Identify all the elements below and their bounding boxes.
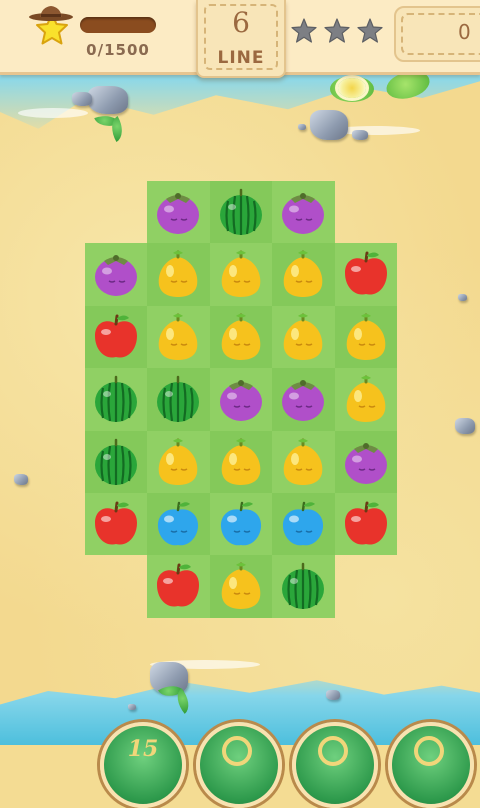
booster-ring-icon — [222, 736, 252, 766]
mangosteen-icon[interactable] — [276, 372, 330, 426]
board-cell[interactable] — [85, 368, 148, 431]
lemon-icon[interactable] — [339, 372, 393, 426]
lemon-icon[interactable] — [339, 310, 393, 364]
booster-button[interactable] — [292, 722, 378, 808]
booster-button[interactable] — [388, 722, 474, 808]
board-cell[interactable] — [147, 181, 210, 244]
booster-ring-icon — [318, 736, 348, 766]
booster-ring-icon — [414, 736, 444, 766]
board-cell[interactable] — [209, 430, 273, 493]
blueberry-icon[interactable] — [214, 497, 268, 551]
lemon-icon[interactable] — [214, 247, 268, 301]
lemon-icon[interactable] — [151, 310, 205, 364]
lemon-icon[interactable] — [151, 435, 205, 489]
lemon-icon[interactable] — [276, 247, 330, 301]
board-cell[interactable] — [334, 493, 397, 556]
board-cell[interactable] — [209, 368, 273, 431]
board-cell[interactable] — [209, 305, 273, 369]
blueberry-icon[interactable] — [276, 497, 330, 551]
board-cell[interactable] — [147, 305, 210, 369]
blueberry-icon[interactable] — [151, 497, 205, 551]
board-cell[interactable] — [147, 555, 210, 618]
booster-button[interactable] — [196, 722, 282, 808]
board-cell[interactable] — [209, 181, 273, 244]
watermelon-icon[interactable] — [89, 435, 143, 489]
board-cell[interactable] — [85, 305, 148, 369]
score-counter: 0/1500 — [86, 41, 150, 59]
lemon-icon[interactable] — [214, 559, 268, 613]
rock-decoration — [326, 690, 340, 700]
board-cell[interactable] — [272, 305, 335, 369]
board-cell[interactable] — [272, 181, 335, 244]
booster-button[interactable]: 15 — [100, 722, 186, 808]
rock-decoration — [88, 86, 128, 114]
board-cell[interactable] — [272, 493, 335, 556]
mangosteen-icon[interactable] — [214, 372, 268, 426]
goal-star-icon — [324, 18, 350, 43]
board-cell[interactable] — [209, 555, 273, 618]
board-cell[interactable] — [147, 430, 210, 493]
hat-icon — [29, 6, 73, 21]
apple-icon[interactable] — [151, 559, 205, 613]
rock-decoration — [455, 418, 475, 434]
rock-decoration — [458, 294, 467, 301]
board-cell[interactable] — [272, 368, 335, 431]
score-progress-bar — [80, 17, 156, 33]
watermelon-icon[interactable] — [276, 559, 330, 613]
apple-icon[interactable] — [89, 310, 143, 364]
watermelon-icon[interactable] — [151, 372, 205, 426]
lemon-icon[interactable] — [276, 310, 330, 364]
moves-label: LINE — [217, 48, 265, 68]
rock-decoration — [298, 124, 306, 130]
lemon-icon[interactable] — [151, 247, 205, 301]
board-cell[interactable] — [272, 243, 335, 306]
board-cell[interactable] — [85, 493, 148, 556]
board-cell[interactable] — [147, 243, 210, 306]
board-cell[interactable] — [272, 430, 335, 493]
board-cell[interactable] — [334, 368, 397, 431]
rock-decoration — [128, 704, 136, 710]
board-cell[interactable] — [85, 243, 148, 306]
board-cell[interactable] — [147, 493, 210, 556]
mangosteen-icon[interactable] — [276, 185, 330, 239]
watermelon-icon[interactable] — [214, 185, 268, 239]
board-cell[interactable] — [209, 493, 273, 556]
top-status-bar: 0/1500 6 LINE 0 — [0, 0, 480, 78]
game-board — [85, 181, 397, 618]
mangosteen-icon[interactable] — [151, 185, 205, 239]
board-cell[interactable] — [85, 430, 148, 493]
board-cell[interactable] — [334, 243, 397, 306]
board-cell[interactable] — [334, 430, 397, 493]
watermelon-icon[interactable] — [89, 372, 143, 426]
lemon-icon[interactable] — [276, 435, 330, 489]
coin-counter: 0 — [458, 20, 471, 44]
mangosteen-icon[interactable] — [89, 247, 143, 301]
rock-decoration — [14, 474, 28, 485]
apple-icon[interactable] — [339, 247, 393, 301]
goal-star-icon — [291, 18, 317, 43]
coin-panel: 0 — [394, 6, 480, 62]
lily-flower-decoration — [338, 78, 366, 98]
lemon-icon[interactable] — [214, 435, 268, 489]
lemon-icon[interactable] — [214, 310, 268, 364]
foam-decoration — [18, 108, 88, 118]
mangosteen-icon[interactable] — [339, 435, 393, 489]
rock-decoration — [352, 130, 368, 140]
goal-star-icon — [357, 18, 383, 43]
rock-decoration — [72, 92, 92, 106]
apple-icon[interactable] — [339, 497, 393, 551]
moves-panel: 6 LINE — [196, 0, 286, 78]
apple-icon[interactable] — [89, 497, 143, 551]
rock-decoration — [310, 110, 348, 140]
board-cell[interactable] — [334, 305, 397, 369]
board-cell[interactable] — [272, 555, 335, 618]
moves-count: 6 — [232, 6, 250, 39]
booster-count: 15 — [127, 736, 159, 762]
board-cell[interactable] — [209, 243, 273, 306]
board-cell[interactable] — [147, 368, 210, 431]
